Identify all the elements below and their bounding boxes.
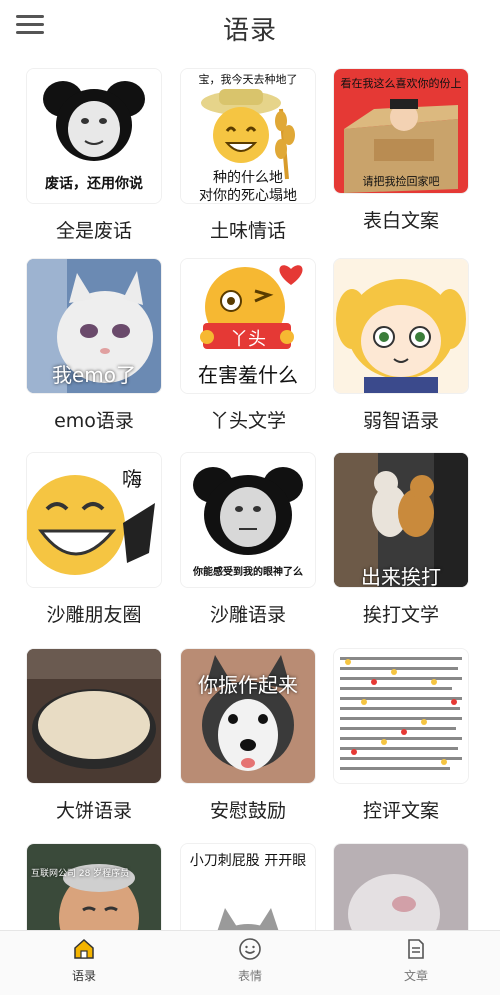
card-thumbnail: 互联网公司 28 岁程序员 <box>26 843 162 930</box>
category-label: 挨打文学 <box>362 604 439 626</box>
home-icon <box>74 938 94 959</box>
document-icon <box>408 939 424 959</box>
card-thumbnail: 小刀刺屁股 开开眼 <box>180 843 316 930</box>
card-thumbnail: 你振作起来 <box>180 648 316 784</box>
category-card[interactable]: 互联网公司 28 岁程序员 <box>26 843 162 930</box>
bottom-navigation: 语录 表情 文章 <box>0 930 500 995</box>
category-card[interactable]: 控评文案 <box>333 648 469 824</box>
category-card[interactable]: 嗨 沙雕朋友圈 <box>26 452 162 628</box>
thumbnail-caption: 出来挨打 <box>361 565 441 588</box>
category-label: 表白文案 <box>362 210 439 232</box>
nav-tab-stickers[interactable]: 表情 <box>200 937 300 984</box>
category-card[interactable]: 我emo了 emo语录 <box>26 258 162 434</box>
card-thumbnail: 我emo了 <box>26 258 162 394</box>
nav-tab-label: 语录 <box>71 969 96 983</box>
card-thumbnail: 你能感受到我的眼神了么 <box>180 452 316 588</box>
page-title: 语录 <box>222 16 277 46</box>
card-thumbnail: 丫头 在害羞什么 <box>180 258 316 394</box>
card-thumbnail <box>333 843 469 930</box>
card-thumbnail: 看在我这么喜欢你的份上 请把我捡回家吧 <box>333 68 469 194</box>
card-thumbnail: 嗨 <box>26 452 162 588</box>
card-thumbnail <box>333 258 469 394</box>
thumbnail-caption: 小刀刺屁股 开开眼 <box>189 853 307 869</box>
category-card[interactable]: 小刀刺屁股 开开眼 <box>180 843 316 930</box>
thumbnail-caption: 你振作起来 <box>198 673 298 697</box>
category-card[interactable]: 看在我这么喜欢你的份上 请把我捡回家吧 表白文案 <box>333 68 469 234</box>
category-label: 大饼语录 <box>55 800 132 822</box>
category-card[interactable]: 丫头 在害羞什么 丫头文学 <box>180 258 316 434</box>
category-label: 土味情话 <box>209 220 286 242</box>
thumbnail-caption-mid: 丫头 <box>230 329 266 350</box>
category-card[interactable]: 大饼语录 <box>26 648 162 824</box>
blurry-animal-image <box>334 844 468 930</box>
nav-tab-label: 文章 <box>403 969 428 983</box>
text-wall-image <box>334 649 468 783</box>
thumbnail-caption-mid: 种的什么地 <box>213 170 283 186</box>
anime-girl-image <box>334 259 468 393</box>
flatbread-pan-image <box>27 649 161 783</box>
card-thumbnail: 废话，还用你说 <box>26 68 162 204</box>
quote-category-grid[interactable]: 废话，还用你说 全是废话 宝，我今天去种地了 种的什么地 对你的死心塌地 土味情… <box>0 60 500 930</box>
smiley-icon <box>239 938 261 960</box>
category-label: 全是废话 <box>55 220 132 242</box>
category-label: 安慰鼓励 <box>209 800 286 822</box>
category-label: 沙雕语录 <box>209 604 286 626</box>
thumbnail-caption-top: 宝，我今天去种地了 <box>198 73 298 86</box>
category-label: 弱智语录 <box>362 410 439 432</box>
category-card[interactable]: 你能感受到我的眼神了么 沙雕语录 <box>180 452 316 628</box>
thumbnail-caption-bottom: 在害羞什么 <box>198 363 298 387</box>
category-label: 丫头文学 <box>209 410 286 432</box>
category-card[interactable]: 弱智语录 <box>333 258 469 434</box>
nav-tab-quotes[interactable]: 语录 <box>34 937 134 984</box>
category-label: 沙雕朋友圈 <box>46 604 142 626</box>
card-thumbnail: 宝，我今天去种地了 种的什么地 对你的死心塌地 <box>180 68 316 204</box>
card-thumbnail <box>333 648 469 784</box>
thumbnail-caption-bottom: 对你的死心塌地 <box>199 188 297 204</box>
category-card[interactable] <box>333 843 469 930</box>
nav-tab-label: 表情 <box>237 969 262 983</box>
old-man-crying-image <box>27 844 161 930</box>
thumbnail-caption: 废话，还用你说 <box>45 176 143 192</box>
thumbnail-caption: 你能感受到我的眼神了么 <box>193 567 303 578</box>
thumbnail-caption: 我emo了 <box>51 363 137 387</box>
category-card[interactable]: 宝，我今天去种地了 种的什么地 对你的死心塌地 土味情话 <box>180 68 316 244</box>
category-card[interactable]: 废话，还用你说 全是废话 <box>26 68 162 244</box>
thumbnail-caption: 嗨 <box>122 467 142 491</box>
nav-tab-articles[interactable]: 文章 <box>366 937 466 984</box>
category-card[interactable]: 你振作起来 安慰鼓励 <box>180 648 316 824</box>
card-thumbnail: 出来挨打 <box>333 452 469 588</box>
category-card[interactable]: 出来挨打 挨打文学 <box>333 452 469 628</box>
card-thumbnail <box>26 648 162 784</box>
thumbnail-caption-bottom: 请把我捡回家吧 <box>362 175 440 188</box>
thumbnail-caption: 互联网公司 28 岁程序员 <box>31 869 130 879</box>
thumbnail-caption-top: 看在我这么喜欢你的份上 <box>340 77 462 90</box>
category-label: 控评文案 <box>362 800 439 822</box>
category-label: emo语录 <box>54 410 134 432</box>
app-screen: 语录 废话，还用你说 全是废话 宝，我今天去种地了 种的什么地 对你的死心塌地 … <box>0 0 500 995</box>
top-bar: 语录 <box>0 0 500 52</box>
